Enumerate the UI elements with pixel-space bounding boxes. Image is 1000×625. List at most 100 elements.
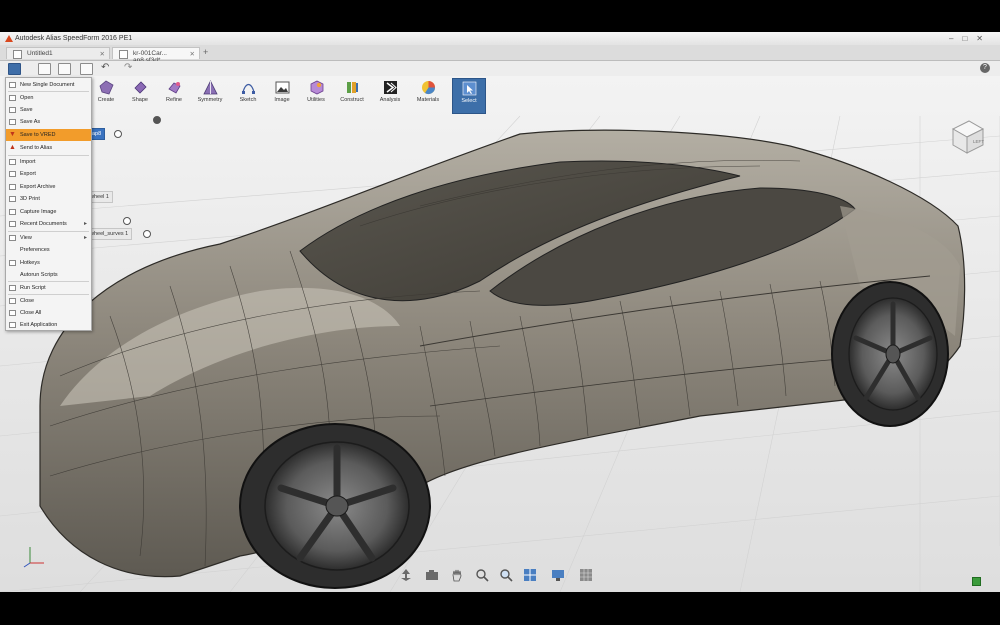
ribbon-shape-button[interactable]: Shape (124, 78, 156, 112)
capture-image-icon (9, 209, 16, 215)
viewcube-icon[interactable]: LEFT (947, 117, 987, 157)
axis-triad-icon (23, 547, 44, 568)
tab-untitled1[interactable]: Untitled1 ✕ (6, 47, 110, 59)
ribbon-refine-button[interactable]: Refine (158, 78, 190, 112)
new-tab-icon[interactable]: + (203, 47, 208, 57)
layout-icon[interactable] (523, 568, 537, 582)
menu-item-close[interactable]: Close (6, 295, 91, 307)
ribbon-label: Analysis (379, 97, 401, 103)
menu-item-exit-application[interactable]: Exit Application (6, 319, 91, 331)
menu-label: Export Archive (20, 184, 56, 190)
open-file-icon[interactable] (58, 63, 71, 75)
script-icon (9, 285, 16, 291)
zoom-window-icon[interactable] (499, 568, 513, 582)
menu-item-save-to-vred[interactable]: ▼ Save to VRED (6, 129, 91, 141)
camera-icon[interactable] (425, 568, 439, 582)
menu-item-save[interactable]: Save (6, 104, 91, 116)
open-icon (9, 95, 16, 101)
ribbon-label: Refine (166, 97, 182, 103)
ribbon-label: Symmetry (197, 97, 223, 103)
select-icon (462, 81, 476, 96)
refine-icon (167, 82, 181, 94)
ribbon-construct-button[interactable]: Construct (336, 78, 368, 112)
ribbon-image-button[interactable]: Image (266, 78, 298, 112)
ribbon-label: Select (461, 98, 477, 104)
menu-item-3d-print[interactable]: 3D Print (6, 193, 91, 205)
menu-item-new-single-document[interactable]: New Single Document (6, 79, 91, 91)
status-indicator-icon (972, 577, 981, 586)
ribbon-label: Materials (416, 97, 440, 103)
ribbon-label: Sketch (239, 97, 257, 103)
submenu-arrow-icon: ▸ (83, 221, 87, 227)
menu-label: Send to Alias (20, 145, 53, 151)
grid-icon[interactable] (579, 568, 593, 582)
car-body[interactable] (39, 129, 966, 578)
menu-item-open[interactable]: Open (6, 92, 91, 104)
rear-wheel[interactable] (831, 281, 949, 427)
analysis-icon (383, 81, 397, 94)
menu-label: New Single Document (20, 82, 75, 88)
help-icon[interactable]: ? (980, 63, 990, 73)
menu-item-preferences[interactable]: Preferences (6, 244, 91, 256)
car-model-scene[interactable] (0, 76, 1000, 592)
ribbon-label: Create (97, 97, 115, 103)
document-icon (119, 50, 128, 59)
zoom-icon[interactable] (475, 568, 489, 582)
ribbon-materials-button[interactable]: Materials (412, 78, 444, 112)
menu-item-close-all[interactable]: Close All (6, 307, 91, 319)
menu-label: Export (20, 171, 36, 177)
menu-item-capture-image[interactable]: Capture Image (6, 206, 91, 218)
browser-item[interactable]: wheel_surves 1 (86, 228, 133, 240)
visibility-toggle-icon[interactable] (143, 230, 151, 238)
menu-item-export[interactable]: Export (6, 168, 91, 180)
ribbon-label: Construct (340, 97, 364, 103)
menu-item-send-to-alias[interactable]: ▲ Send to Alias (6, 142, 91, 154)
menu-label: 3D Print (20, 196, 40, 202)
image-icon (275, 81, 289, 94)
menu-item-autorun-scripts[interactable]: Autorun Scripts (6, 269, 91, 281)
visibility-toggle-icon[interactable] (153, 116, 161, 124)
hotkeys-icon (9, 260, 16, 266)
new-file-icon[interactable] (38, 63, 51, 75)
ribbon-sketch-button[interactable]: Sketch (232, 78, 264, 112)
close-window-button[interactable]: ✕ (976, 34, 992, 43)
front-wheel[interactable] (239, 423, 431, 589)
undo-icon[interactable]: ↶ (101, 62, 109, 73)
menu-item-recent-documents[interactable]: Recent Documents ▸ (6, 218, 91, 230)
window-controls[interactable]: –□✕ (949, 34, 992, 43)
menu-label: Save As (20, 119, 41, 125)
menu-item-hotkeys[interactable]: Hotkeys (6, 257, 91, 269)
save-icon[interactable] (80, 63, 93, 75)
ribbon-select-button[interactable]: Select (452, 78, 486, 114)
maximize-button[interactable]: □ (962, 34, 976, 43)
close-tab-icon[interactable]: ✕ (190, 50, 195, 58)
menu-item-save-as[interactable]: Save As (6, 116, 91, 128)
symmetry-icon (202, 80, 218, 95)
exit-icon (9, 322, 16, 328)
ribbon-create-button[interactable]: Create (90, 78, 122, 112)
import-icon (9, 159, 16, 165)
menu-label: Exit Application (20, 322, 58, 328)
menu-item-export-archive[interactable]: Export Archive (6, 181, 91, 193)
close-tab-icon[interactable]: ✕ (100, 50, 105, 58)
ribbon-utilities-button[interactable]: Utilities (300, 78, 332, 112)
construct-icon (346, 82, 358, 93)
redo-icon[interactable]: ↷ (124, 62, 132, 73)
menu-item-view[interactable]: View ▸ (6, 232, 91, 244)
display-icon[interactable] (551, 568, 565, 582)
file-menu-button[interactable] (8, 63, 21, 75)
3d-viewport[interactable]: LEFT (0, 76, 1000, 592)
ribbon-symmetry-button[interactable]: Symmetry (194, 78, 226, 112)
menu-item-run-script[interactable]: Run Script (6, 282, 91, 294)
minimize-button[interactable]: – (949, 34, 962, 43)
view-icon (9, 235, 16, 241)
menu-label: Recent Documents (20, 221, 67, 227)
menu-label: Close (20, 298, 35, 304)
ribbon-analysis-button[interactable]: Analysis (374, 78, 406, 112)
visibility-toggle-icon[interactable] (114, 130, 122, 138)
orbit-icon[interactable] (399, 568, 413, 582)
pan-hand-icon[interactable] (450, 568, 464, 582)
visibility-toggle-icon[interactable] (123, 217, 131, 225)
tab-kr-001car[interactable]: kr-001Car... ap8.sf3d* ✕ (112, 47, 200, 64)
menu-item-import[interactable]: Import (6, 156, 91, 168)
